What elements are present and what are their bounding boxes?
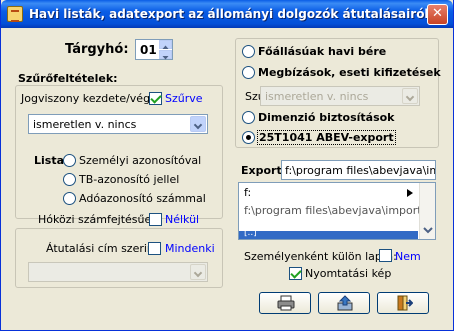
jogviszony-label: Jogviszony kezdete/vége: (21, 92, 161, 105)
window-title: Havi listák, adatexport az állományi dol… (29, 7, 429, 21)
szemelyenkent-checkbox[interactable] (379, 249, 392, 262)
szurve-label[interactable]: Szűrve (165, 92, 203, 105)
szuro-combo-value: ismeretlen v. nincs (265, 90, 369, 103)
chevron-down-icon[interactable] (190, 116, 206, 132)
jogviszony-combo[interactable]: ismeretlen v. nincs (28, 114, 208, 134)
export-folder-list[interactable]: f: f:\program files\abevjava\import\ [..… (238, 182, 436, 240)
drive-selector[interactable]: f: (244, 186, 251, 199)
chevron-down-icon[interactable] (402, 88, 418, 104)
report-radio-megbizas[interactable] (242, 66, 255, 79)
folder-list-scrollbar[interactable] (419, 183, 435, 239)
main-window: Havi listák, adatexport az állományi dol… (0, 0, 454, 331)
nyomtatasi-label[interactable]: Nyomtatási kép (305, 267, 391, 280)
lista-option-ado[interactable]: Adóazonosító számmal (79, 192, 206, 205)
current-folder: f:\program files\abevjava\import\ (244, 204, 426, 217)
report-radio-foallasu[interactable] (242, 45, 255, 58)
hokozi-label: Hóközi számfejtésűek: (38, 213, 162, 226)
szurve-checkbox[interactable] (149, 92, 162, 105)
export-path-value: f:\program files\abevjava\impor (285, 164, 435, 177)
export-button[interactable] (318, 292, 370, 314)
close-button[interactable]: ✕ (427, 4, 448, 25)
lista-radio-szemelyi[interactable] (63, 154, 76, 167)
spin-up-arrow-icon[interactable] (159, 40, 172, 49)
report-radio-dimenzio[interactable] (242, 111, 255, 124)
atutalasi-checkbox[interactable] (148, 242, 161, 255)
exit-door-icon (395, 295, 414, 314)
targyho-value: 01 (140, 43, 157, 57)
atutalasi-combo[interactable] (28, 262, 208, 282)
app-icon (7, 6, 23, 22)
selected-folder: [..] (244, 228, 257, 238)
report-radio-abev[interactable] (242, 131, 255, 144)
atutalasi-check-label[interactable]: Mindenki (165, 242, 215, 255)
atutalasi-label: Átutalási cím szerint: (46, 242, 162, 255)
hokozi-check-label[interactable]: Nélkül (165, 213, 199, 226)
spin-down-arrow-icon[interactable] (159, 50, 172, 60)
report-option-foallasu[interactable]: Főállásúak havi bére (258, 45, 386, 58)
szemelyenkent-check-label[interactable]: Nem (395, 250, 421, 263)
chevron-down-icon[interactable] (190, 264, 206, 280)
report-option-dimenzio[interactable]: Dimenzió biztosítások (258, 111, 395, 124)
title-bar[interactable]: Havi listák, adatexport az állományi dol… (1, 0, 453, 28)
export-path-field[interactable]: f:\program files\abevjava\impor (281, 160, 436, 180)
export-label: Export: (241, 164, 287, 177)
printer-icon (277, 295, 295, 314)
report-option-megbizas[interactable]: Megbízások, eseti kifizetések (258, 66, 441, 79)
lista-option-szemelyi[interactable]: Személyi azonosítóval (79, 154, 201, 167)
hokozi-checkbox[interactable] (149, 213, 162, 226)
selected-folder-row[interactable]: [..] (239, 228, 418, 239)
drive-arrow-icon[interactable] (407, 187, 413, 200)
filters-heading: Szűrőfeltételek: (18, 72, 118, 85)
nyomtatasi-checkbox[interactable] (289, 267, 302, 280)
szuro-combo[interactable]: ismeretlen v. nincs (260, 86, 420, 106)
lista-option-tb[interactable]: TB-azonosító jellel (79, 173, 179, 186)
targyho-label: Tárgyhó: (65, 42, 129, 57)
lista-radio-ado[interactable] (63, 192, 76, 205)
szemelyenkent-label: Személyenként külön lapra: (244, 250, 397, 263)
lista-radio-tb[interactable] (63, 173, 76, 186)
scroll-down-icon[interactable] (420, 223, 435, 239)
report-option-abev[interactable]: 25T1041 ABEV-export (257, 130, 396, 145)
print-button[interactable] (259, 292, 311, 314)
targyho-spinner[interactable]: 01 (135, 39, 173, 60)
exit-button[interactable] (377, 292, 429, 314)
jogviszony-combo-value: ismeretlen v. nincs (33, 118, 137, 131)
export-icon (336, 295, 354, 314)
